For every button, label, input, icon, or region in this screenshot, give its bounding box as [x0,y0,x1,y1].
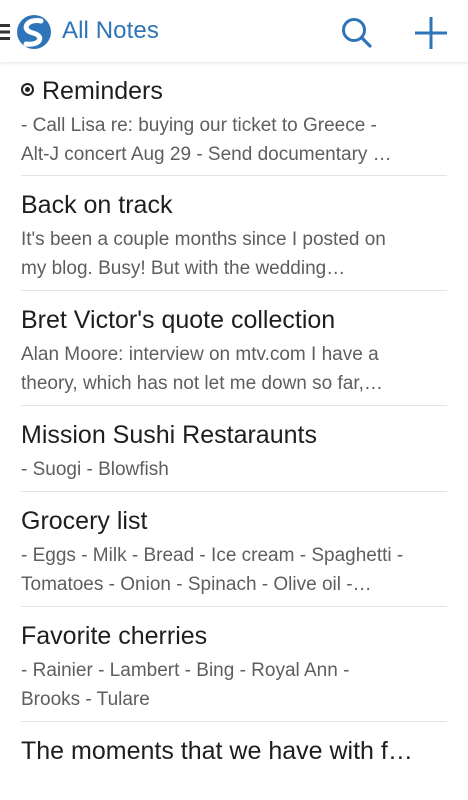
plus-icon [415,17,447,49]
note-title: Favorite cherries [21,622,208,650]
note-title: Grocery list [21,507,148,535]
note-item-the-moments[interactable]: The moments that we have with f… [0,722,468,800]
snippet-line: - Rainier - Lambert - Bing - Royal Ann - [21,660,350,681]
note-title: Bret Victor's quote collection [21,306,336,334]
snippet-line: Brooks - Tulare [21,689,150,710]
note-title: The moments that we have with f… [21,737,413,765]
snippet-line: - Call Lisa re: buying our ticket to Gre… [21,115,377,136]
snippet-line: - Eggs - Milk - Bread - Ice cream - Spag… [21,545,404,566]
snippet-line: - Suogi - Blowfish [21,459,169,480]
note-item-bret-victor-quotes[interactable]: Bret Victor's quote collection Alan Moor… [0,291,468,406]
note-title: Back on track [21,191,173,219]
new-note-button[interactable] [410,12,452,54]
evernote-app: All Notes Reminders - Call Lisa re: buyi… [0,0,468,800]
note-snippet: - Suogi - Blowfish [21,455,447,484]
search-button[interactable] [337,13,377,53]
note-snippet: - Rainier - Lambert - Bing - Royal Ann -… [21,656,447,714]
note-snippet: - Eggs - Milk - Bread - Ice cream - Spag… [21,541,447,599]
note-item-back-on-track[interactable]: Back on track It's been a couple months … [0,176,468,291]
menu-logo-graphic [0,15,51,49]
note-title: Mission Sushi Restaraunts [21,421,317,449]
note-snippet: It's been a couple months since I posted… [21,225,447,283]
snippet-line: my blog. Busy! But with the wedding… [21,258,346,279]
note-item-favorite-cherries[interactable]: Favorite cherries - Rainier - Lambert - … [0,607,468,722]
note-item-grocery-list[interactable]: Grocery list - Eggs - Milk - Bread - Ice… [0,492,468,607]
snippet-line: It's been a couple months since I posted… [21,229,386,250]
top-toolbar: All Notes [0,0,468,62]
notes-list: Reminders - Call Lisa re: buying our tic… [0,62,468,800]
note-item-mission-sushi[interactable]: Mission Sushi Restaraunts - Suogi - Blow… [0,406,468,492]
menu-icon [0,24,10,40]
search-icon [342,18,372,48]
toolbar-title: All Notes [62,17,159,44]
note-snippet: - Call Lisa re: buying our ticket to Gre… [21,111,447,169]
evernote-logo-icon [17,15,51,49]
menu-button[interactable] [0,13,56,51]
reminder-dot-icon [21,83,34,96]
snippet-line: Alt-J concert Aug 29 - Send documentary … [21,144,392,165]
snippet-line: theory, which has not let me down so far… [21,373,383,394]
note-title: Reminders [42,77,163,105]
note-snippet: Alan Moore: interview on mtv.com I have … [21,340,447,398]
snippet-line: Tomatoes - Onion - Spinach - Olive oil -… [21,574,372,595]
snippet-line: Alan Moore: interview on mtv.com I have … [21,344,379,365]
note-item-reminders[interactable]: Reminders - Call Lisa re: buying our tic… [0,62,468,176]
